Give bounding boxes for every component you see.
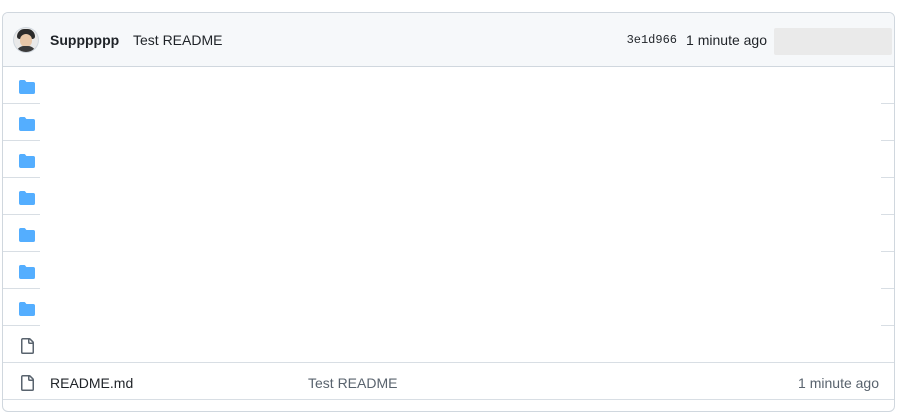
latest-commit-bar: Supppppp Test README 3e1d966 1 minute ag… <box>3 13 894 67</box>
file-row[interactable]: README.md Test README 1 minute ago <box>3 363 894 400</box>
file-row[interactable] <box>3 326 894 363</box>
folder-icon <box>19 227 35 243</box>
file-name-link[interactable]: README.md <box>50 375 133 391</box>
commit-sha-link[interactable]: 3e1d966 <box>627 33 677 47</box>
file-list: Supppppp Test README 3e1d966 1 minute ag… <box>2 12 895 412</box>
row-divider <box>3 399 894 400</box>
folder-row[interactable] <box>3 67 894 104</box>
folder-icon <box>19 153 35 169</box>
folder-icon <box>19 79 35 95</box>
folder-row[interactable] <box>3 289 894 326</box>
file-commit-time: 1 minute ago <box>798 375 879 391</box>
commit-author-link[interactable]: Supppppp <box>50 32 119 48</box>
commit-time: 1 minute ago <box>686 32 767 48</box>
folder-row[interactable] <box>3 141 894 178</box>
folder-row[interactable] <box>3 178 894 215</box>
file-icon <box>19 338 35 354</box>
folder-icon <box>19 116 35 132</box>
folder-icon <box>19 264 35 280</box>
loading-placeholder <box>774 28 892 55</box>
folder-icon <box>19 301 35 317</box>
commit-message-link[interactable]: Test README <box>133 32 222 48</box>
avatar[interactable] <box>14 28 38 52</box>
folder-row[interactable] <box>3 104 894 141</box>
file-commit-message-link[interactable]: Test README <box>308 375 397 391</box>
folder-row[interactable] <box>3 215 894 252</box>
folder-icon <box>19 190 35 206</box>
file-icon <box>19 375 35 391</box>
folder-row[interactable] <box>3 252 894 289</box>
